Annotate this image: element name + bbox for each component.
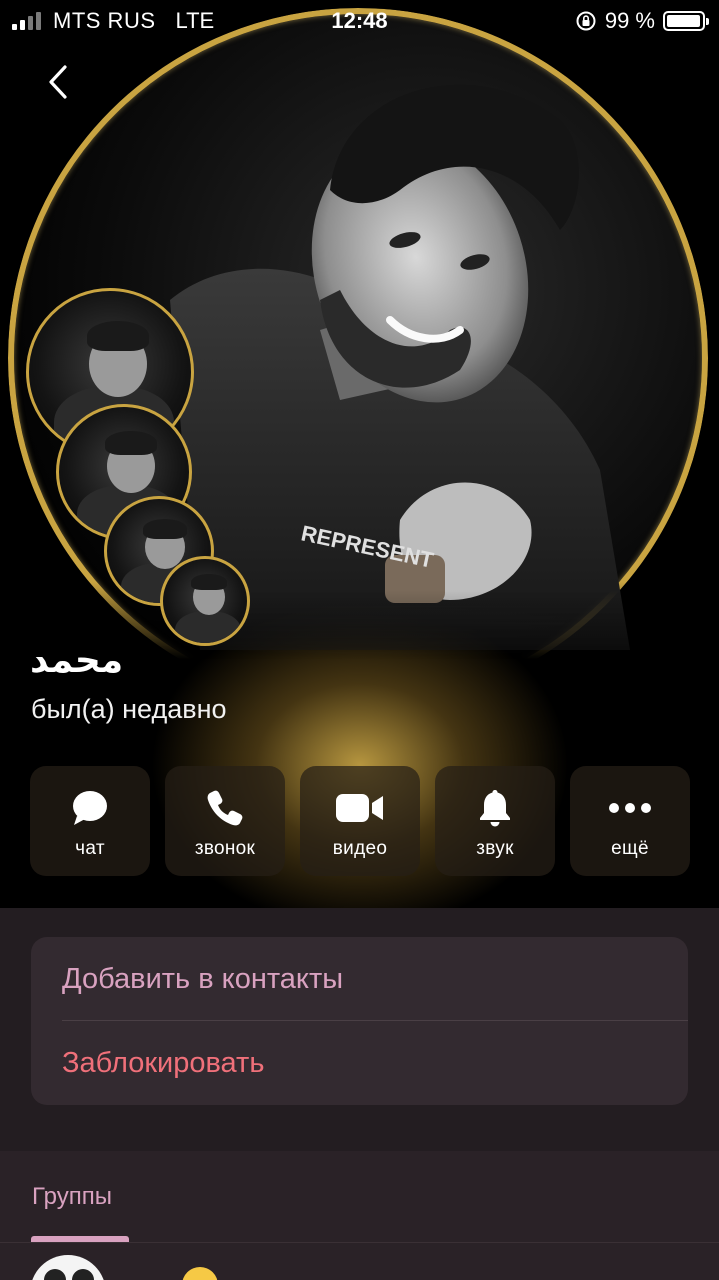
video-label: видео <box>332 838 388 859</box>
carrier-name: MTS RUS <box>53 8 156 33</box>
profile-header: REPRESENT MTS RUS LTE 12:48 99 % محمد бы… <box>0 0 719 908</box>
sound-button[interactable]: звук <box>435 766 555 876</box>
rotation-lock-icon <box>576 11 596 31</box>
profile-details: Добавить в контакты Заблокировать Группы <box>0 908 719 1280</box>
mini-photo-4 <box>160 556 250 646</box>
block-label: Заблокировать <box>62 1046 265 1079</box>
phone-icon <box>207 790 243 826</box>
profile-last-seen: был(а) недавно <box>31 694 227 724</box>
add-to-contacts-button[interactable]: Добавить в контакты <box>62 937 688 1021</box>
tab-groups[interactable]: Группы <box>32 1183 112 1211</box>
call-label: звонок <box>194 838 256 859</box>
add-to-contacts-label: Добавить в контакты <box>62 962 344 995</box>
divider <box>0 1242 719 1243</box>
groups-section: Группы <box>0 1151 719 1280</box>
more-button[interactable]: ещё <box>570 766 690 876</box>
video-button[interactable]: видео <box>300 766 420 876</box>
group-avatar[interactable] <box>30 1255 106 1280</box>
battery-percent: 99 % <box>604 8 655 33</box>
contact-actions-card: Добавить в контакты Заблокировать <box>31 937 688 1105</box>
battery-icon <box>663 11 709 31</box>
sound-label: звук <box>476 838 514 859</box>
chat-bubble-icon <box>73 791 107 825</box>
status-bar: MTS RUS LTE 12:48 99 % <box>0 0 719 40</box>
block-button[interactable]: Заблокировать <box>62 1021 688 1105</box>
signal-icon <box>12 12 41 30</box>
chevron-left-icon <box>49 65 67 99</box>
more-dots-icon <box>609 803 651 813</box>
bell-icon <box>480 790 510 827</box>
more-label: ещё <box>611 838 649 859</box>
back-button[interactable] <box>38 60 78 104</box>
video-camera-icon <box>336 794 383 822</box>
chat-label: чат <box>75 838 105 859</box>
call-button[interactable]: звонок <box>165 766 285 876</box>
network-type: LTE <box>175 8 215 33</box>
chat-button[interactable]: чат <box>30 766 150 876</box>
profile-name: محمد <box>30 640 124 681</box>
action-buttons: чат звонок видео звук ещё <box>30 766 690 876</box>
group-emoji-icon <box>182 1267 218 1280</box>
